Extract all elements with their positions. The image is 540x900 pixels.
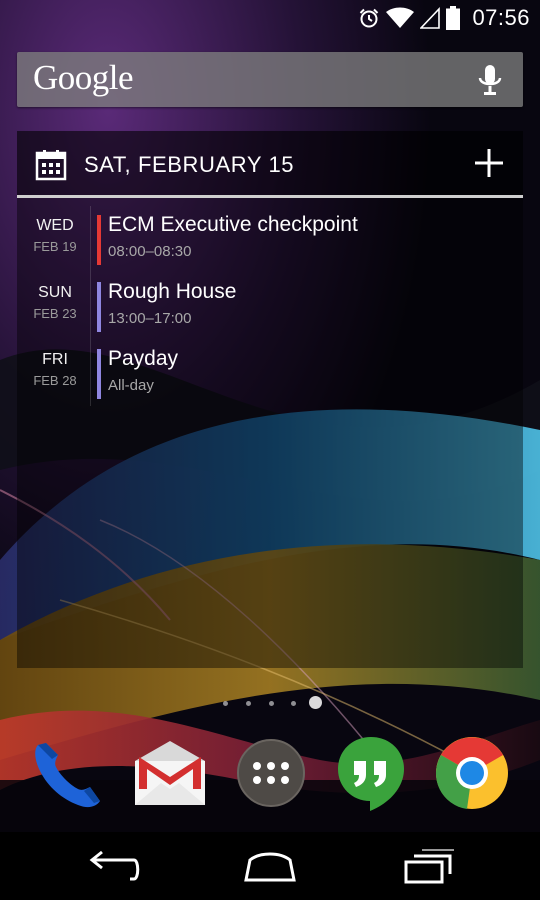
home-icon[interactable]	[240, 846, 300, 886]
app-drawer-icon[interactable]	[232, 733, 310, 813]
page-dot-active	[309, 696, 322, 709]
chrome-icon[interactable]	[433, 733, 511, 813]
event-row[interactable]: SUN FEB 23 Rough House 13:00–17:00	[17, 278, 523, 340]
cell-signal-icon	[420, 7, 441, 29]
event-time: All-day	[108, 377, 154, 394]
hangouts-icon[interactable]	[332, 733, 410, 813]
event-title[interactable]: ECM Executive checkpoint	[108, 213, 358, 237]
event-weekday: FRI	[42, 351, 68, 368]
event-day: SUN FEB 23	[17, 284, 93, 321]
event-title[interactable]: Payday	[108, 347, 178, 371]
back-icon[interactable]	[82, 846, 142, 886]
status-bar: 07:56	[0, 0, 540, 36]
alarm-icon	[360, 8, 379, 28]
event-color-bar	[97, 215, 101, 265]
calendar-widget[interactable]: SAT, FEBRUARY 15 WED FEB 19 ECM Executiv…	[17, 131, 523, 668]
widget-header-date[interactable]: SAT, FEBRUARY 15	[84, 152, 294, 178]
event-weekday: WED	[36, 217, 74, 234]
event-time: 08:00–08:30	[108, 243, 192, 260]
event-row[interactable]: WED FEB 19 ECM Executive checkpoint 08:0…	[17, 211, 523, 273]
battery-icon	[446, 6, 461, 30]
event-title[interactable]: Rough House	[108, 280, 236, 304]
gmail-icon[interactable]	[131, 733, 209, 813]
event-date: FEB 28	[33, 373, 77, 388]
page-dot	[291, 701, 296, 706]
google-logo: Google	[33, 58, 134, 97]
phone-icon[interactable]	[28, 733, 106, 813]
page-dot	[223, 701, 228, 706]
event-day: FRI FEB 28	[17, 351, 93, 388]
page-dot	[246, 701, 251, 706]
mic-icon[interactable]	[477, 64, 503, 96]
event-time: 13:00–17:00	[108, 310, 192, 327]
event-color-bar	[97, 349, 101, 399]
navigation-bar	[0, 832, 540, 900]
recents-icon[interactable]	[398, 846, 458, 886]
event-date: FEB 23	[33, 306, 77, 321]
event-weekday: SUN	[38, 284, 72, 301]
google-search-bar[interactable]: Google	[17, 52, 523, 107]
event-day: WED FEB 19	[17, 217, 93, 254]
page-dot	[269, 701, 274, 706]
add-event-button[interactable]	[473, 147, 505, 179]
page-indicator	[0, 695, 540, 711]
event-row[interactable]: FRI FEB 28 Payday All-day	[17, 345, 523, 407]
event-date: FEB 19	[33, 239, 77, 254]
status-clock: 07:56	[472, 5, 530, 30]
calendar-widget-header[interactable]: SAT, FEBRUARY 15	[17, 131, 523, 197]
wifi-icon	[386, 7, 415, 28]
header-divider	[17, 195, 523, 198]
event-color-bar	[97, 282, 101, 332]
calendar-icon[interactable]	[35, 149, 67, 181]
